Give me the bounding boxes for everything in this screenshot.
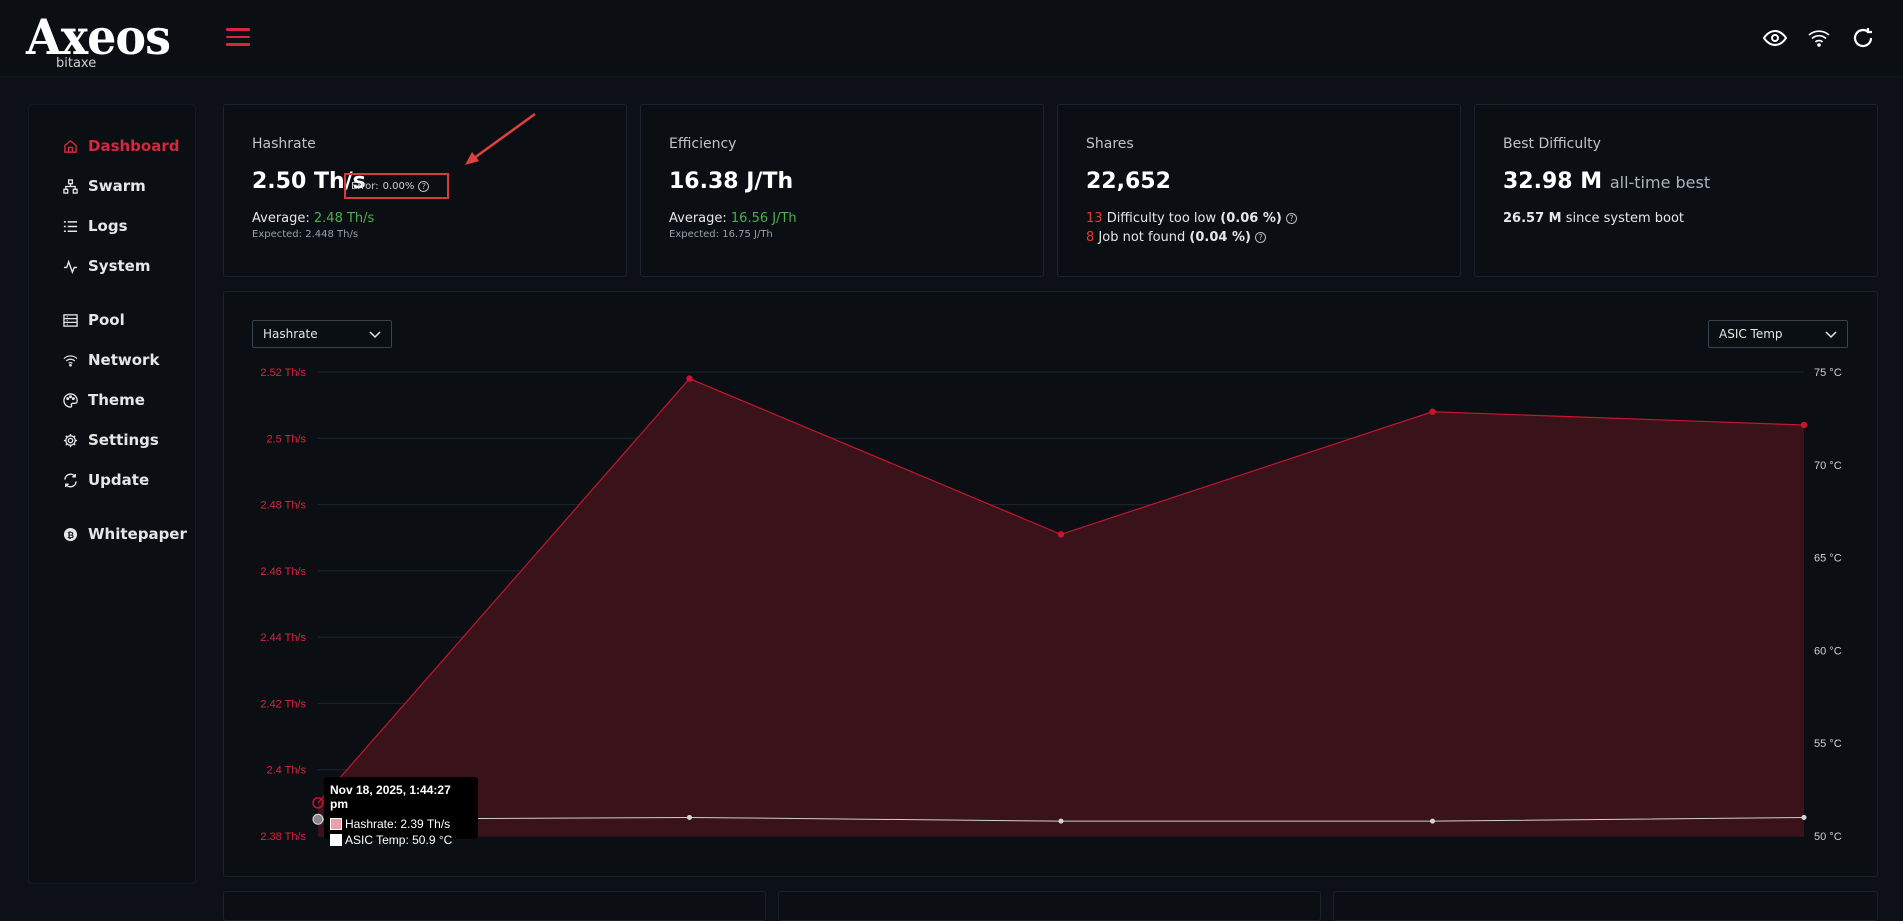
select-value: ASIC Temp: [1719, 327, 1783, 341]
reject-percent: (0.06 %): [1220, 211, 1282, 226]
sidebar-item-label: System: [88, 257, 151, 275]
sidebar-item-label: Pool: [88, 311, 125, 329]
sync-icon: [64, 473, 77, 487]
tooltip-hashrate-row: Hashrate: 2.39 Th/s: [330, 816, 472, 832]
bitcoin-icon: ₿: [63, 527, 78, 541]
since-boot-difficulty: 26.57 M since system boot: [1503, 211, 1684, 226]
pulse-icon: [63, 259, 78, 274]
gear-icon: [63, 433, 78, 447]
card-title: Best Difficulty: [1503, 136, 1601, 152]
card-title: Efficiency: [669, 136, 737, 152]
since-boot-label: since system boot: [1565, 211, 1685, 226]
efficiency-value: 16.38 J/Th: [669, 169, 794, 194]
select-value: Hashrate: [263, 327, 318, 341]
error-value: 0.00%: [382, 180, 415, 192]
average-label: Average:: [669, 211, 727, 226]
legend-swatch: [330, 834, 342, 846]
logo[interactable]: Axeos bitaxe: [26, 9, 171, 71]
logo-text: Axeos: [26, 8, 171, 66]
sidebar-item-settings[interactable]: Settings: [63, 429, 159, 451]
best-difficulty-card: Best Difficulty 32.98 M all-time best 26…: [1474, 104, 1878, 277]
average-label: Average:: [252, 211, 310, 226]
refresh-icon[interactable]: [1851, 26, 1875, 50]
tooltip-hashrate: Hashrate: 2.39 Th/s: [345, 817, 451, 831]
chevron-down-icon: [369, 331, 381, 339]
hashrate-expected: Expected: 2.448 Th/s: [252, 229, 359, 240]
efficiency-card: Efficiency 16.38 J/Th Average: 16.56 J/T…: [640, 104, 1044, 277]
help-icon[interactable]: ?: [1255, 232, 1267, 243]
svg-text:₿: ₿: [67, 529, 74, 539]
list-icon: [63, 220, 78, 232]
sidebar-item-label: Logs: [88, 217, 128, 235]
reject-count: 8: [1086, 230, 1095, 245]
tooltip-temp: ASIC Temp: 50.9 °C: [345, 833, 453, 847]
wifi-icon[interactable]: [1807, 26, 1831, 50]
sidebar-item-label: Swarm: [88, 177, 146, 195]
reject-count: 13: [1086, 211, 1103, 226]
sidebar-item-dashboard[interactable]: Dashboard: [63, 135, 179, 157]
left-axis-select[interactable]: Hashrate: [252, 320, 392, 348]
logo-subtitle: bitaxe: [56, 56, 97, 71]
reject-percent: (0.04 %): [1189, 230, 1251, 245]
top-bar: Axeos bitaxe: [0, 0, 1903, 77]
best-difficulty-number: 32.98 M: [1503, 169, 1603, 194]
right-axis-select[interactable]: ASIC Temp: [1708, 320, 1848, 348]
error-label: Error:: [351, 180, 379, 192]
eye-icon[interactable]: [1762, 26, 1788, 50]
tooltip-title: Nov 18, 2025, 1:44:27 pm: [330, 783, 451, 811]
sidebar-item-update[interactable]: Update: [63, 469, 149, 491]
sidebar-item-whitepaper[interactable]: ₿ Whitepaper: [63, 523, 187, 545]
sidebar-item-label: Theme: [88, 391, 145, 409]
efficiency-average: Average: 16.56 J/Th: [669, 211, 797, 226]
efficiency-expected: Expected: 16.75 J/Th: [669, 229, 773, 240]
rejected-difficulty-too-low: 13 Difficulty too low (0.06 %) ?: [1086, 211, 1297, 226]
sidebar-item-label: Settings: [88, 431, 159, 449]
sidebar-item-system[interactable]: System: [63, 255, 150, 277]
sidebar-item-network[interactable]: Network: [63, 349, 159, 371]
annotation-arrow: [465, 112, 536, 165]
chart-tooltip: Nov 18, 2025, 1:44:27 pm Hashrate: 2.39 …: [324, 777, 478, 847]
card-title: Shares: [1086, 136, 1134, 152]
reject-label: Difficulty too low: [1106, 211, 1217, 226]
shares-value: 22,652: [1086, 169, 1171, 194]
help-icon[interactable]: ?: [1285, 213, 1297, 224]
sitemap-icon: [63, 178, 78, 194]
sidebar-item-pool[interactable]: Pool: [63, 309, 125, 331]
bottom-card-2: [778, 891, 1321, 921]
since-boot-value: 26.57 M: [1503, 211, 1562, 226]
chevron-down-icon: [1825, 331, 1837, 339]
error-rate-indicator[interactable]: Error: 0.00% ?: [344, 173, 449, 199]
sidebar-item-logs[interactable]: Logs: [63, 215, 128, 237]
rejected-job-not-found: 8 Job not found (0.04 %) ?: [1086, 230, 1267, 245]
home-icon: [64, 139, 77, 153]
sidebar-item-theme[interactable]: Theme: [63, 389, 145, 411]
card-title: Hashrate: [252, 136, 316, 152]
help-icon[interactable]: ?: [418, 180, 430, 192]
sidebar-item-label: Dashboard: [88, 137, 180, 155]
tooltip-temp-row: ASIC Temp: 50.9 °C: [330, 832, 472, 848]
average-value: 16.56 J/Th: [730, 211, 797, 226]
reject-label: Job not found: [1098, 230, 1186, 245]
shares-card: Shares 22,652 13 Difficulty too low (0.0…: [1057, 104, 1461, 277]
menu-toggle-button[interactable]: [226, 28, 250, 46]
bottom-card-3: [1333, 891, 1878, 921]
wifi-icon: [63, 354, 78, 367]
best-difficulty-suffix: all-time best: [1609, 173, 1711, 192]
sidebar-item-label: Whitepaper: [88, 525, 187, 543]
bottom-card-1: [223, 891, 766, 921]
best-difficulty-value: 32.98 M all-time best: [1503, 169, 1710, 194]
sidebar-item-label: Network: [88, 351, 160, 369]
legend-swatch: [330, 818, 342, 830]
sidebar-item-label: Update: [88, 471, 150, 489]
sidebar-item-swarm[interactable]: Swarm: [63, 175, 146, 197]
palette-icon: [63, 392, 78, 408]
hashrate-average: Average: 2.48 Th/s: [252, 211, 374, 226]
average-value: 2.48 Th/s: [313, 211, 375, 226]
server-icon: [63, 313, 78, 327]
